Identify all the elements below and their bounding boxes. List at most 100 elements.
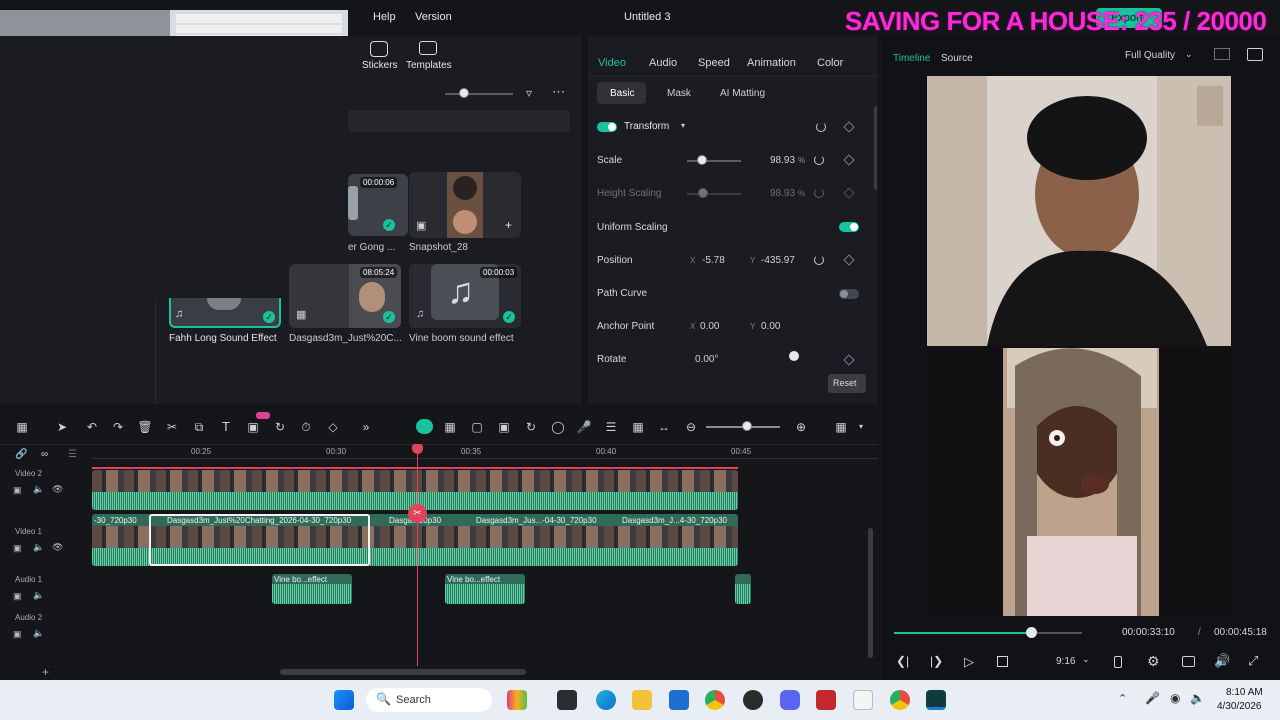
anchor-y-value[interactable]: 0.00 [761, 321, 780, 332]
playhead-knob[interactable] [1026, 627, 1038, 638]
widgets-icon[interactable] [507, 690, 527, 710]
volume-icon[interactable]: 🔈 [1190, 691, 1205, 705]
speaker-icon[interactable]: 🔈 [33, 484, 44, 495]
eye-icon[interactable]: 👁 [52, 484, 63, 495]
subtab-ai-matting[interactable]: AI Matting [720, 88, 765, 99]
file-explorer-icon[interactable] [632, 690, 652, 710]
keyframe-icon[interactable] [843, 121, 855, 133]
play-icon[interactable]: ▷ [964, 654, 974, 670]
filter-icon[interactable]: ▿ [526, 86, 532, 100]
chrome-icon[interactable] [705, 690, 725, 710]
grid-icon[interactable]: ▦ [833, 419, 849, 435]
reset-icon[interactable] [814, 155, 824, 165]
keyframe-path-icon[interactable]: ◇ [325, 419, 341, 435]
chevron-down-icon[interactable]: ⌄ [1185, 49, 1193, 60]
lock-icon[interactable]: ▣ [13, 485, 22, 496]
more-tools-icon[interactable]: » [358, 419, 374, 435]
next-frame-icon[interactable]: |❯ [930, 654, 943, 668]
adjust-icon[interactable]: ▣ [245, 419, 261, 435]
windows-start-icon[interactable] [334, 690, 354, 710]
speed-icon[interactable]: ⏱ [298, 419, 314, 435]
keyframe-icon[interactable] [843, 254, 855, 266]
tab-color[interactable]: Color [817, 57, 843, 69]
menu-version[interactable]: Version [415, 11, 452, 23]
mixer-icon[interactable]: ☰ [603, 419, 619, 435]
snap-icon[interactable]: ▦ [442, 419, 458, 435]
audio-clip[interactable] [735, 574, 751, 604]
tab-video[interactable]: Video [598, 57, 626, 69]
camera-icon[interactable] [1182, 656, 1195, 667]
tab-timeline-preview[interactable]: Timeline [893, 53, 930, 64]
tab-speed[interactable]: Speed [698, 57, 730, 69]
reset-icon[interactable] [814, 255, 824, 265]
replace-icon[interactable]: ▦ [630, 419, 646, 435]
tab-animation[interactable]: Animation [747, 57, 796, 69]
tab-audio[interactable]: Audio [649, 57, 677, 69]
split-scissors-icon[interactable]: ✂ [408, 504, 427, 523]
track-options-icon[interactable]: ☰ [68, 449, 77, 460]
task-view-icon[interactable] [557, 690, 577, 710]
volume-icon[interactable]: 🔊 [1214, 653, 1230, 669]
lock-icon[interactable]: ▣ [13, 629, 22, 640]
horizontal-scrollbar[interactable] [280, 669, 526, 675]
grid-view-icon[interactable] [1214, 48, 1230, 60]
chevron-down-icon[interactable]: ⌄ [1082, 654, 1090, 665]
taskbar-search[interactable]: 🔍 Search [366, 688, 492, 712]
mark-icon[interactable] [1114, 656, 1122, 668]
edge-browser-icon[interactable] [596, 690, 616, 710]
path-curve-toggle[interactable] [839, 289, 859, 299]
keyframe-icon[interactable] [843, 154, 855, 166]
settings-gear-icon[interactable]: ⚙ [1147, 653, 1160, 670]
playhead-handle[interactable] [412, 444, 423, 454]
clock-time[interactable]: 8:10 AM [1226, 687, 1263, 698]
lock-icon[interactable]: ▣ [13, 591, 22, 602]
split-scissors-icon[interactable]: ✂ [164, 419, 180, 435]
layout-icon[interactable]: ▦ [14, 419, 30, 435]
crop-icon[interactable]: ⧉ [191, 419, 207, 435]
chain-icon[interactable]: ∞ [41, 449, 48, 460]
microphone-icon[interactable]: 🎤 [1145, 691, 1160, 705]
image-insert-icon[interactable]: ▣ [496, 419, 512, 435]
rotate-dial[interactable] [789, 351, 799, 361]
stop-icon[interactable] [997, 656, 1008, 667]
uniform-scaling-toggle[interactable] [839, 222, 859, 232]
zoom-in-icon[interactable]: ⊕ [793, 419, 809, 435]
caret-down-icon[interactable]: ▾ [853, 419, 869, 435]
position-x-value[interactable]: -5.78 [702, 255, 725, 266]
eye-icon[interactable]: 👁 [52, 542, 63, 553]
thumbnail-size-slider[interactable] [445, 93, 513, 95]
aspect-ratio-dropdown[interactable]: 9:16 [1056, 656, 1075, 667]
chevron-up-icon[interactable]: ⌃ [1118, 692, 1127, 705]
notepad-icon[interactable] [853, 690, 873, 710]
quality-dropdown[interactable]: Full Quality [1125, 50, 1175, 61]
add-icon[interactable]: + [505, 218, 512, 232]
filmora-icon[interactable] [926, 690, 946, 710]
undo-icon[interactable]: ↶ [84, 419, 100, 435]
tab-source-preview[interactable]: Source [941, 53, 973, 64]
clock-date[interactable]: 4/30/2026 [1217, 701, 1262, 712]
scale-slider[interactable] [687, 160, 741, 162]
chrome-profile-icon[interactable] [890, 690, 910, 710]
acrobat-icon[interactable] [816, 690, 836, 710]
snapshot-icon[interactable] [1247, 48, 1263, 61]
templates-tab[interactable]: Templates [406, 60, 452, 71]
preview-video[interactable] [927, 76, 1231, 616]
speaker-icon[interactable]: 🔈 [33, 542, 44, 553]
reset-icon[interactable] [816, 122, 826, 132]
ripple-icon[interactable]: ↻ [523, 419, 539, 435]
obs-icon[interactable] [743, 690, 763, 710]
more-options-icon[interactable]: ⋯ [552, 84, 565, 100]
fullscreen-icon[interactable]: ⤢ [1248, 653, 1258, 669]
anchor-x-value[interactable]: 0.00 [700, 321, 719, 332]
add-track-icon[interactable]: + [42, 665, 49, 679]
transform-toggle[interactable] [597, 122, 617, 132]
fit-icon[interactable]: ↔ [656, 419, 672, 435]
delete-icon[interactable]: 🗑 [137, 419, 153, 435]
vertical-scrollbar[interactable] [868, 528, 873, 658]
rotate-icon[interactable]: ↻ [272, 419, 288, 435]
lock-icon[interactable]: ▣ [13, 543, 22, 554]
caret-down-icon[interactable]: ▾ [681, 121, 685, 130]
discord-icon[interactable] [780, 690, 800, 710]
select-tool-icon[interactable]: ➤ [54, 419, 70, 435]
speaker-icon[interactable]: 🔈 [33, 628, 44, 639]
